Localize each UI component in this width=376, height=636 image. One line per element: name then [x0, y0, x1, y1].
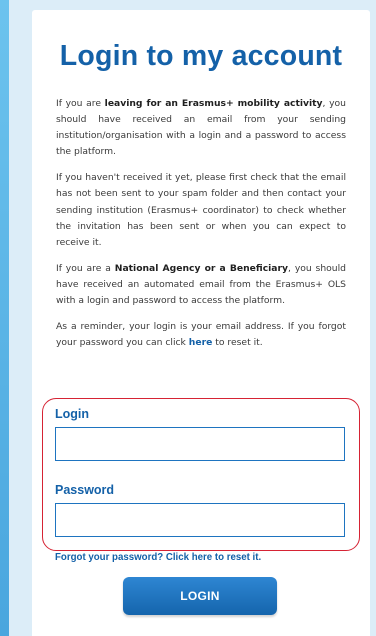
password-input[interactable] — [55, 503, 345, 537]
intro-bold-national-agency: National Agency or a Beneficiary — [114, 262, 289, 274]
intro-paragraph-national-agency: If you are a National Agency or a Benefi… — [56, 261, 346, 309]
intro-bold-mobility: leaving for an Erasmus+ mobility activit… — [104, 98, 323, 109]
intro-text: If you are leaving for an Erasmus+ mobil… — [56, 96, 346, 361]
login-input[interactable] — [55, 427, 345, 461]
intro-text-span: If you are a — [56, 262, 115, 274]
intro-paragraph-erasmus: If you are leaving for an Erasmus+ mobil… — [56, 96, 346, 160]
intro-text-span: If you haven't received it yet, please f… — [56, 172, 346, 248]
login-label: Login — [55, 407, 90, 421]
intro-paragraph-not-received: If you haven't received it yet, please f… — [56, 170, 346, 250]
left-accent-band — [0, 0, 9, 636]
page-title: Login to my account — [59, 40, 343, 72]
intro-text-span: to reset it. — [212, 337, 263, 349]
login-card: Login to my account If you are leaving f… — [32, 10, 370, 636]
page: Login to my account If you are leaving f… — [0, 0, 376, 636]
forgot-password-link[interactable]: Forgot your password? Click here to rese… — [55, 552, 261, 563]
password-label: Password — [55, 483, 115, 497]
intro-paragraph-reminder: As a reminder, your login is your email … — [56, 319, 346, 351]
login-button[interactable]: LOGIN — [123, 577, 277, 615]
reset-here-link[interactable]: here — [189, 337, 213, 348]
intro-text-span: If you are — [56, 98, 105, 109]
